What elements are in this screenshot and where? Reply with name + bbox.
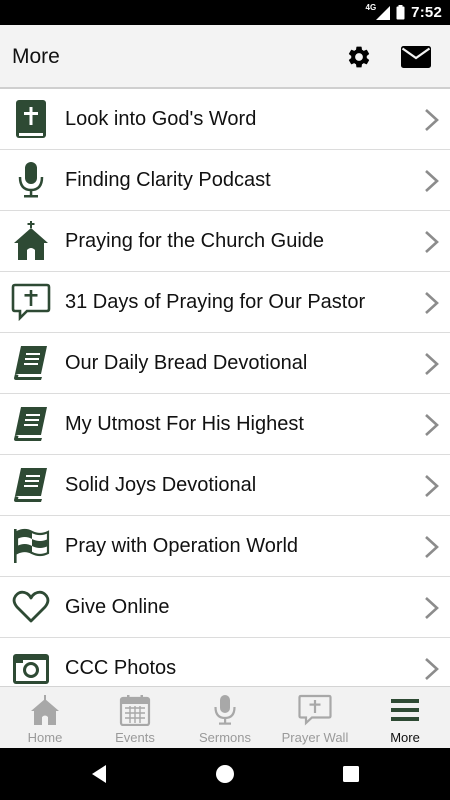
- menu-item-label: Praying for the Church Guide: [65, 229, 325, 252]
- camera-icon: [8, 645, 54, 686]
- battery-icon: [396, 5, 405, 20]
- menu-item-label: CCC Photos: [65, 656, 177, 679]
- mail-icon: [401, 46, 431, 68]
- bottom-tab-bar: Home Events Sermons Prayer Wall More: [0, 686, 450, 748]
- menu-item-label: Pray with Operation World: [65, 534, 299, 557]
- chevron-right-icon: [425, 475, 439, 497]
- menu-item-label: Solid Joys Devotional: [65, 473, 257, 496]
- tab-prayer-wall[interactable]: Prayer Wall: [270, 687, 360, 749]
- menu-item-look-into-gods-word[interactable]: Look into God's Word: [0, 89, 450, 150]
- chevron-right-icon: [425, 292, 439, 314]
- chevron-right-icon: [425, 109, 439, 131]
- menu-item-pray-with-operation-world[interactable]: Pray with Operation World: [0, 516, 450, 577]
- more-menu-list: Look into God's Word Finding Clarity Pod…: [0, 89, 450, 686]
- chevron-right-icon: [425, 597, 439, 619]
- menu-item-31-days-praying-for-pastor[interactable]: 31 Days of Praying for Our Pastor: [0, 272, 450, 333]
- church-icon: [8, 218, 54, 264]
- chevron-right-icon: [425, 170, 439, 192]
- menu-item-label: Finding Clarity Podcast: [65, 168, 271, 191]
- menu-item-label: Look into God's Word: [65, 107, 257, 130]
- gear-icon: [348, 46, 370, 68]
- back-button[interactable]: [87, 762, 111, 786]
- book-icon: [8, 462, 54, 508]
- tab-label: More: [390, 730, 420, 745]
- recents-button[interactable]: [339, 762, 363, 786]
- page-title: More: [12, 45, 60, 68]
- chevron-right-icon: [425, 231, 439, 253]
- menu-item-finding-clarity-podcast[interactable]: Finding Clarity Podcast: [0, 150, 450, 211]
- home-icon: [27, 693, 63, 727]
- tab-label: Home: [27, 730, 63, 745]
- status-bar: 4G 7:52: [0, 0, 450, 25]
- menu-item-label: 31 Days of Praying for Our Pastor: [65, 290, 366, 313]
- tab-label: Events: [115, 730, 155, 745]
- chevron-right-icon: [425, 536, 439, 558]
- home-circle-icon: [216, 765, 234, 783]
- back-icon: [92, 765, 106, 783]
- chevron-right-icon: [425, 658, 439, 680]
- tab-label: Prayer Wall: [281, 730, 349, 745]
- tab-home[interactable]: Home: [0, 687, 90, 749]
- book-icon: [8, 401, 54, 447]
- signal-icon: [376, 5, 391, 20]
- status-time: 7:52: [411, 4, 442, 21]
- recents-icon: [343, 766, 359, 782]
- tab-sermons[interactable]: Sermons: [180, 687, 270, 749]
- menu-item-ccc-photos[interactable]: CCC Photos: [0, 638, 450, 686]
- tab-events[interactable]: Events: [90, 687, 180, 749]
- app-bar: More: [0, 25, 450, 89]
- tab-more[interactable]: More: [360, 687, 450, 749]
- menu-item-solid-joys-devotional[interactable]: Solid Joys Devotional: [0, 455, 450, 516]
- book-icon: [8, 340, 54, 386]
- heart-icon: [8, 584, 54, 630]
- menu-item-praying-for-the-church-guide[interactable]: Praying for the Church Guide: [0, 211, 450, 272]
- calendar-icon: [117, 693, 153, 727]
- settings-button[interactable]: [344, 43, 374, 71]
- microphone-icon: [207, 693, 243, 727]
- menu-item-my-utmost-for-his-highest[interactable]: My Utmost For His Highest: [0, 394, 450, 455]
- prayer-bubble-icon: [297, 693, 333, 727]
- network-type: 4G: [365, 3, 377, 12]
- menu-icon: [387, 693, 423, 727]
- status-indicators: 4G 7:52: [366, 0, 443, 25]
- flag-icon: [8, 523, 54, 569]
- home-button[interactable]: [213, 762, 237, 786]
- menu-item-label: My Utmost For His Highest: [65, 412, 304, 435]
- system-navigation-bar: [0, 748, 450, 800]
- chevron-right-icon: [425, 353, 439, 375]
- menu-item-label: Give Online: [65, 595, 170, 618]
- tab-label: Sermons: [198, 730, 252, 745]
- prayer-bubble-icon: [8, 279, 54, 325]
- mail-button[interactable]: [400, 43, 432, 71]
- microphone-icon: [8, 157, 54, 203]
- bible-icon: [8, 96, 54, 142]
- chevron-right-icon: [425, 414, 439, 436]
- menu-item-label: Our Daily Bread Devotional: [65, 351, 308, 374]
- menu-item-our-daily-bread-devotional[interactable]: Our Daily Bread Devotional: [0, 333, 450, 394]
- menu-item-give-online[interactable]: Give Online: [0, 577, 450, 638]
